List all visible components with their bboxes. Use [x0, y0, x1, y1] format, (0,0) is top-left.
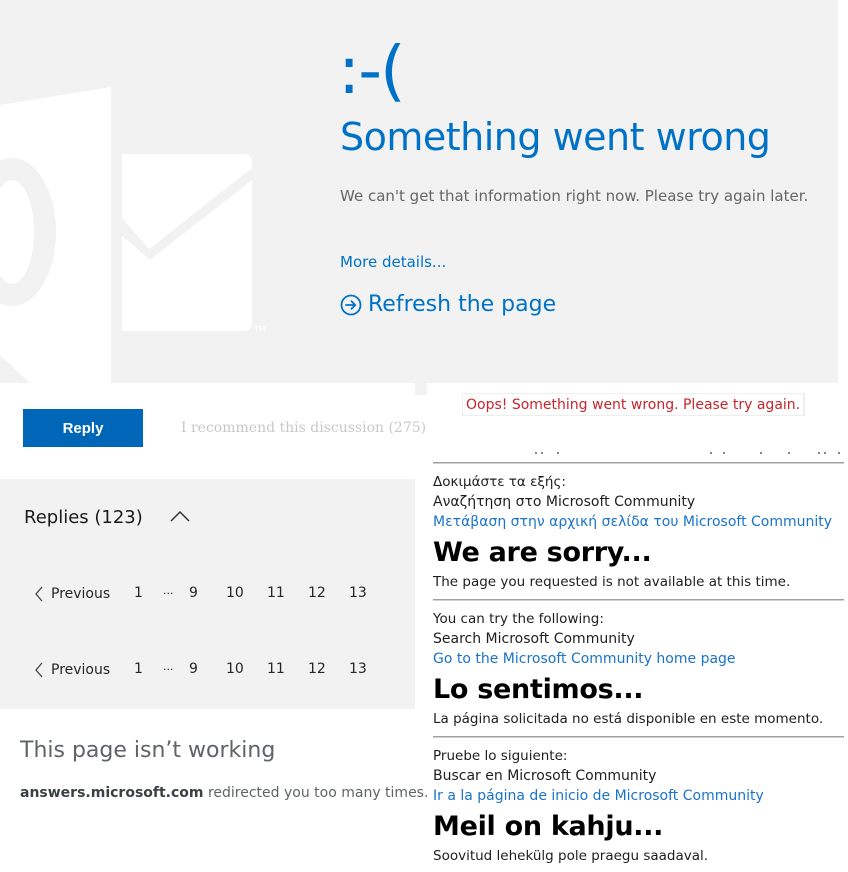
clipped-text-row [433, 450, 843, 456]
browser-error-title: This page isn’t working [20, 738, 276, 763]
greek-search-text: Αναζήτηση στο Microsoft Community [433, 494, 696, 510]
previous-page-button[interactable]: Previous [34, 586, 110, 602]
english-home-link[interactable]: Go to the Microsoft Community home page [433, 649, 736, 669]
oops-error-banner: Oops! Something went wrong. Please try a… [462, 393, 806, 416]
previous-label: Previous [51, 586, 111, 602]
page-link-13[interactable]: 13 [349, 661, 367, 677]
page-ellipsis: ... [163, 584, 174, 597]
replies-count-heading: Replies (123) [24, 507, 143, 528]
page-link-12[interactable]: 12 [308, 661, 326, 677]
page-link-9[interactable]: 9 [189, 585, 198, 601]
section-divider [433, 736, 844, 738]
panel-notch [415, 383, 427, 395]
english-heading: We are sorry... [433, 537, 652, 568]
spanish-unavailable-text: La página solicitada no está disponible … [433, 711, 824, 727]
recommend-discussion-link[interactable]: I recommend this discussion (275) [181, 418, 426, 438]
greek-home-link[interactable]: Μετάβαση στην αρχική σελίδα του Microsof… [433, 512, 832, 532]
error-domain: answers.microsoft.com [20, 785, 204, 801]
sad-face-emoticon: :-( [338, 32, 406, 109]
page-link-12[interactable]: 12 [308, 585, 326, 601]
oops-message: Oops! Something went wrong. Please try a… [466, 396, 801, 413]
section-divider [433, 599, 844, 601]
refresh-page-label: Refresh the page [368, 292, 557, 317]
reply-button[interactable]: Reply [23, 409, 143, 447]
estonian-unavailable-text: Soovitud lehekülg pole praegu saadaval. [433, 848, 709, 864]
spanish-search-text: Buscar en Microsoft Community [433, 768, 657, 784]
previous-page-button[interactable]: Previous [34, 662, 110, 678]
page-ellipsis: ... [163, 660, 174, 673]
page-link-9[interactable]: 9 [189, 661, 198, 677]
error-message: We can't get that information right now.… [340, 187, 809, 205]
chevron-up-icon[interactable] [168, 507, 192, 527]
estonian-heading: Meil on kahju... [433, 811, 664, 842]
spanish-heading: Lo sentimos... [433, 674, 644, 705]
trademark-label: TM [253, 325, 266, 334]
english-unavailable-text: The page you requested is not available … [433, 574, 791, 590]
english-search-text: Search Microsoft Community [433, 631, 635, 647]
circle-arrow-right-icon [340, 294, 362, 316]
page-link-11[interactable]: 11 [267, 585, 285, 601]
spanish-try-label: Pruebe lo siguiente: [433, 748, 568, 764]
browser-error-message: answers.microsoft.com redirected you too… [20, 783, 428, 803]
outlook-logo-icon: TM [0, 87, 266, 383]
pagination-top: Previous 1 ... 9 10 11 12 13 [34, 583, 394, 605]
more-details-link[interactable]: More details... [340, 252, 446, 272]
page-link-13[interactable]: 13 [349, 585, 367, 601]
page-link-10[interactable]: 10 [226, 661, 244, 677]
pagination-bottom: Previous 1 ... 9 10 11 12 13 [34, 659, 394, 681]
replies-panel: Replies (123) Previous 1 ... 9 10 11 12 … [0, 479, 415, 709]
section-divider [433, 462, 844, 464]
greek-try-label: Δοκιμάστε τα εξής: [433, 474, 566, 490]
english-try-label: You can try the following: [433, 611, 604, 627]
page-link-1[interactable]: 1 [134, 661, 143, 677]
spanish-home-link[interactable]: Ir a la página de inicio de Microsoft Co… [433, 786, 764, 806]
redirect-message: redirected you too many times. [203, 785, 429, 801]
refresh-page-link[interactable]: Refresh the page [340, 290, 556, 320]
outlook-error-panel: TM :-( Something went wrong We can't get… [0, 0, 838, 383]
page-link-11[interactable]: 11 [267, 661, 285, 677]
chevron-left-icon [35, 662, 43, 678]
page-link-1[interactable]: 1 [134, 585, 143, 601]
chevron-left-icon [35, 586, 43, 602]
page-link-10[interactable]: 10 [226, 585, 244, 601]
error-title: Something went wrong [340, 115, 771, 159]
previous-label: Previous [51, 662, 111, 678]
